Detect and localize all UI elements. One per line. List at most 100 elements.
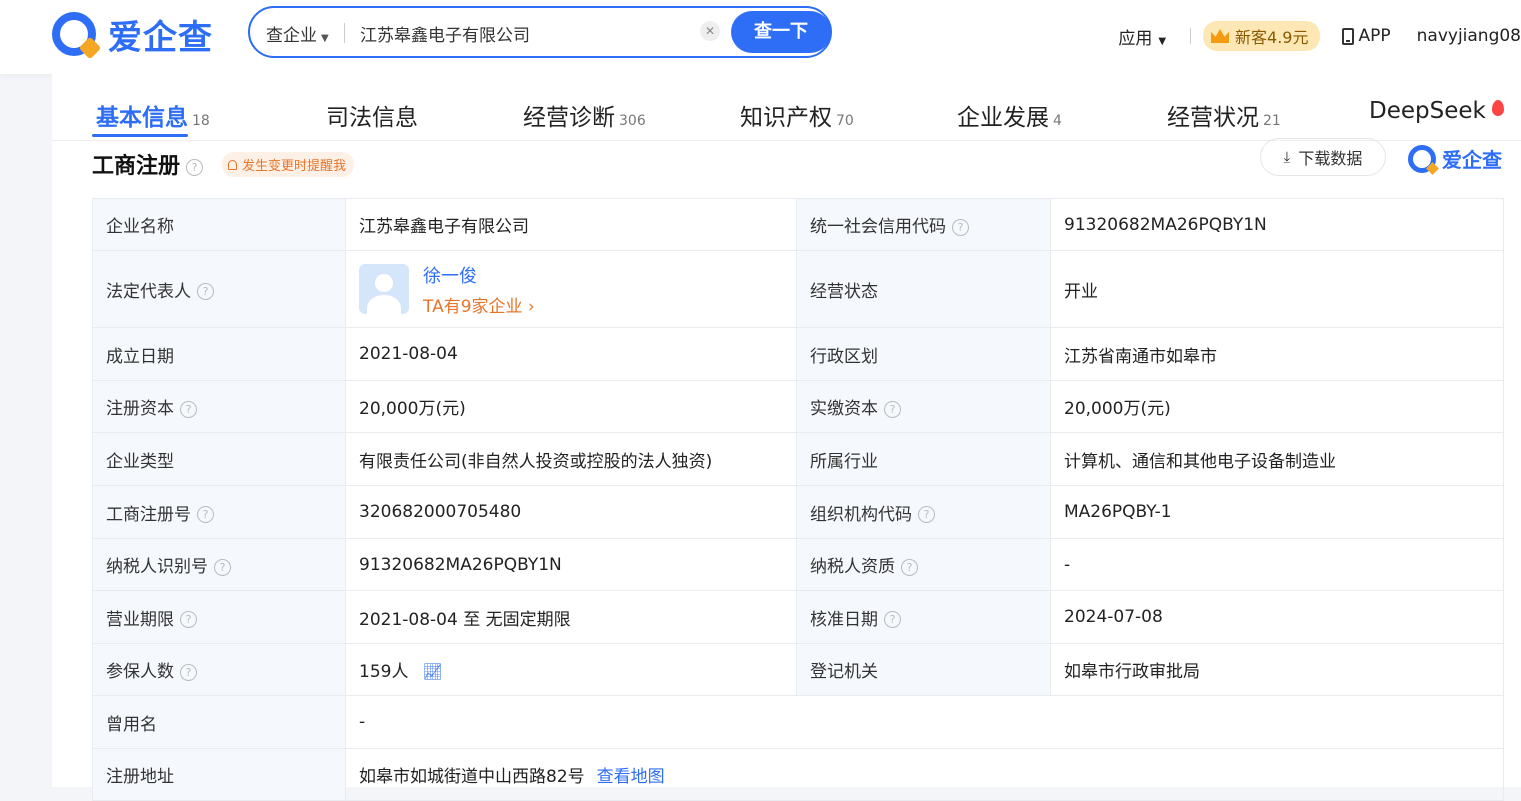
table-row: 注册资本? 20,000万(元) 实缴资本? 20,000万(元) [92,380,1504,433]
search-type-label: 查企业 [266,26,317,46]
avatar[interactable] [359,264,409,314]
tab-development[interactable]: 企业发展 4 [957,98,1062,132]
table-row: 参保人数? 159人 📈︎ 登记机关 如皋市行政审批局 [92,643,1504,696]
username[interactable]: navyjiang08 [1417,26,1521,46]
tab-judicial-info[interactable]: 司法信息 [326,98,418,132]
download-icon: ⤓ [1283,148,1291,166]
field-label: 参保人数? [92,643,346,696]
tab-label: 知识产权 [740,105,832,131]
main-content: 基本信息 18 司法信息 经营诊断 306 知识产权 70 企业发展 4 经营状况 21 … [52,74,1521,801]
help-icon[interactable]: ? [180,663,197,681]
help-icon[interactable]: ? [214,558,231,576]
field-label: 企业名称 [92,198,346,251]
field-label: 纳税人资质? [796,538,1051,591]
active-tab-indicator [92,134,188,137]
app-download-link[interactable]: APP [1342,26,1391,46]
help-icon[interactable]: ? [918,506,935,523]
field-label: 纳税人识别号? [92,538,346,591]
chevron-down-icon: ▼ [321,33,329,44]
field-label: 组织机构代码? [796,485,1051,539]
new-customer-badge[interactable]: 新客4.9元 [1203,21,1321,51]
divider [1190,28,1192,44]
table-row: 成立日期 2021-08-04 行政区划 江苏省南通市如皋市 [92,327,1504,381]
crown-icon [1211,29,1230,43]
trend-chart-icon[interactable]: 📈︎ [422,662,442,681]
org-code-label: 组织机构代码 [810,504,912,525]
logo[interactable]: 爱企查 [52,8,213,60]
help-icon[interactable]: ? [180,400,197,418]
download-label: 下载数据 [1298,149,1363,168]
field-label: 核准日期? [796,590,1051,644]
status-value: 开业 [1050,250,1504,328]
company-type-value: 有限责任公司(非自然人投资或控股的法人独资) [345,432,797,486]
logo-icon [1408,144,1436,173]
help-icon[interactable]: ? [180,611,197,628]
view-map-link[interactable]: 查看地图 [597,767,665,787]
field-label: 登记机关 [796,643,1051,696]
search-input[interactable] [358,16,692,50]
help-icon[interactable]: ? [884,400,901,418]
field-label: 统一社会信用代码? [796,198,1051,251]
taxpayer-id-label: 纳税人识别号 [106,557,208,577]
tab-count: 70 [836,113,854,129]
tab-count: 4 [1053,113,1062,129]
legal-rep-cell: 徐一俊 TA有9家企业 › [345,250,797,328]
help-icon[interactable]: ? [952,218,969,236]
tab-count: 18 [192,113,210,129]
change-alert-button[interactable]: 发生变更时提醒我 [222,152,355,177]
search-type-dropdown[interactable]: 查企业 ▼ [266,21,329,46]
field-label: 企业类型 [92,432,346,486]
approval-value: 2024-07-08 [1050,590,1504,644]
clear-icon[interactable]: ✕ [700,21,720,41]
search-button[interactable]: 查一下 [731,11,831,53]
insured-label: 参保人数 [106,662,174,682]
brand-text: 爱企查 [1442,148,1502,172]
insured-value: 159人 [359,662,409,682]
help-icon[interactable]: ? [186,158,204,176]
bell-icon [228,159,237,170]
tab-business-diagnosis[interactable]: 经营诊断 306 [523,98,646,132]
industry-value: 计算机、通信和其他电子设备制造业 [1050,432,1504,486]
tab-deepseek[interactable]: DeepSeek [1369,98,1504,124]
legal-rep-companies-link[interactable]: TA有9家企业 › [423,292,535,317]
address-cell: 如皋市如城街道中山西路82号 查看地图 [345,748,1504,801]
help-icon[interactable]: ? [197,283,214,300]
credit-code-label: 统一社会信用代码 [810,217,946,237]
new-customer-label: 新客4.9元 [1235,28,1309,47]
legal-rep-name[interactable]: 徐一俊 [423,262,535,288]
legal-rep-info: 徐一俊 TA有9家企业 › [423,262,535,317]
field-label: 注册资本? [92,380,346,433]
reg-capital-value: 20,000万(元) [345,380,797,433]
term-value: 2021-08-04 至 无固定期限 [345,590,797,644]
credit-code-value: 91320682MA26PQBY1N [1050,198,1504,251]
search-divider [344,23,345,43]
field-label: 成立日期 [92,327,346,381]
logo-icon [52,12,96,56]
insured-cell: 159人 📈︎ [345,643,797,696]
field-label: 行政区划 [796,327,1051,381]
top-right-nav: 应用 ▼ 新客4.9元 APP navyjiang08 [1118,21,1521,51]
apps-menu[interactable]: 应用 ▼ [1118,24,1166,49]
tab-label: 经营诊断 [523,105,615,131]
reg-no-label: 工商注册号 [106,504,191,525]
tab-operations[interactable]: 经营状况 21 [1167,98,1281,132]
help-icon[interactable]: ? [197,506,214,523]
authority-value: 如皋市行政审批局 [1050,643,1504,696]
tab-basic-info[interactable]: 基本信息 18 [96,98,210,132]
fire-icon [1491,100,1504,116]
paid-capital-value: 20,000万(元) [1050,380,1504,433]
region-value: 江苏省南通市如皋市 [1050,327,1504,381]
download-data-button[interactable]: ⤓ 下载数据 [1260,138,1386,176]
chevron-right-icon: › [522,296,535,317]
phone-icon [1342,27,1355,45]
search-box: 查企业 ▼ ✕ 查一下 [248,6,832,58]
help-icon[interactable]: ? [901,558,918,576]
table-row: 营业期限? 2021-08-04 至 无固定期限 核准日期? 2024-07-0… [92,590,1504,644]
reg-no-value: 320682000705480 [345,485,797,539]
help-icon[interactable]: ? [884,611,901,628]
field-label: 所属行业 [796,432,1051,486]
tab-intellectual-property[interactable]: 知识产权 70 [740,98,854,132]
legal-rep: 徐一俊 TA有9家企业 › [359,262,783,317]
taxpayer-qual-value: - [1050,538,1504,591]
table-row: 工商注册号? 320682000705480 组织机构代码? MA26PQBY-… [92,485,1504,539]
